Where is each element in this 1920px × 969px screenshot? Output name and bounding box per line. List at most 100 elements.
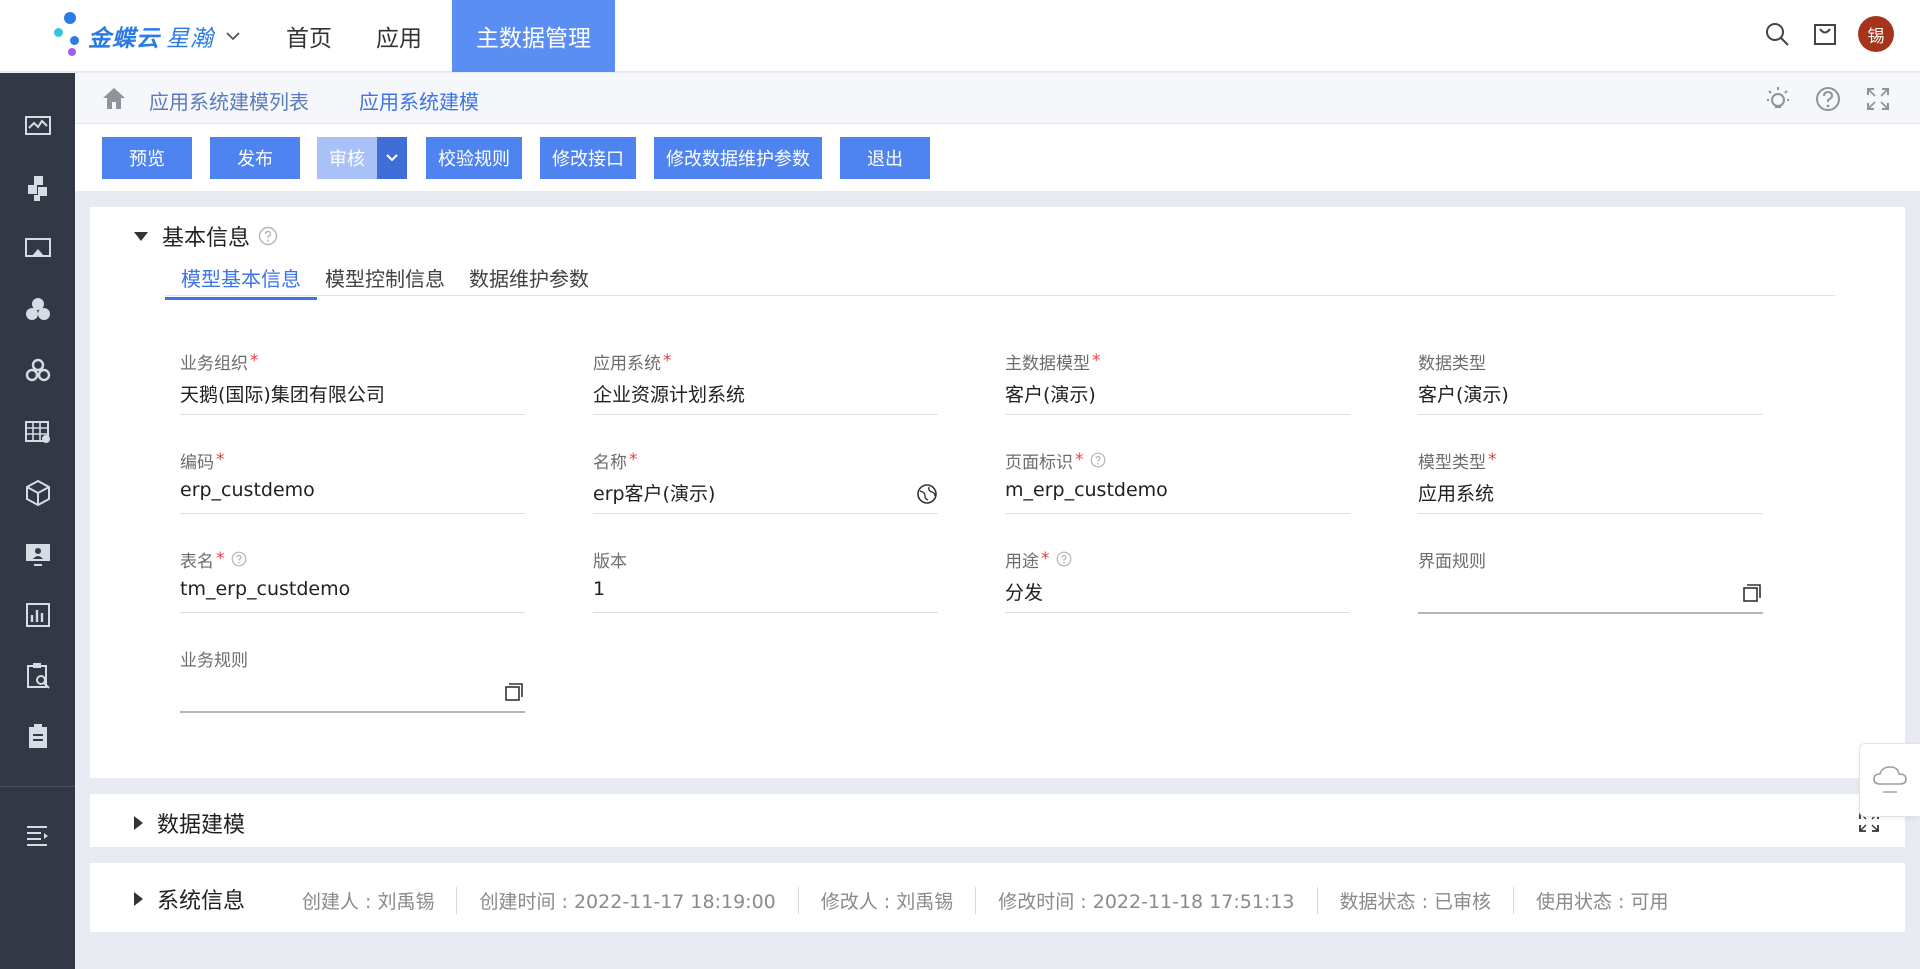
section-title: 系统信息 xyxy=(157,889,246,914)
data-model-header[interactable]: 数据建模 xyxy=(134,807,245,839)
nav-master-data[interactable]: 主数据管理 xyxy=(452,0,615,72)
sidebar-item-dashboard[interactable] xyxy=(0,107,75,147)
chevron-down-icon xyxy=(386,154,398,162)
field-underline xyxy=(593,414,938,415)
field-value: 客户(演示) xyxy=(1418,384,1509,406)
system-info-header[interactable]: 系统信息 xyxy=(134,883,245,915)
field-page-id[interactable]: 页面标识 * m_erp_custdemo xyxy=(1005,449,1350,515)
field-version[interactable]: 版本 1 xyxy=(593,548,938,614)
clipboard-icon xyxy=(28,724,47,748)
copy-icon[interactable] xyxy=(1741,582,1763,604)
clipboard-search-icon xyxy=(26,663,50,689)
help-icon[interactable] xyxy=(1814,85,1842,113)
home-icon[interactable] xyxy=(101,85,127,111)
copy-icon[interactable] xyxy=(503,681,525,703)
search-icon[interactable] xyxy=(1764,21,1790,47)
required-mark: * xyxy=(250,351,259,371)
sidebar-item-screen[interactable] xyxy=(0,229,75,269)
field-label: 表名 xyxy=(180,551,214,572)
publish-button[interactable]: 发布 xyxy=(210,137,300,179)
tab-data-maintenance-params[interactable]: 数据维护参数 xyxy=(469,263,589,292)
sidebar-collapse-toggle[interactable] xyxy=(0,815,75,855)
field-underline xyxy=(593,612,938,613)
user-monitor-icon xyxy=(25,544,50,566)
field-label: 数据类型 xyxy=(1418,353,1486,374)
field-value: erp_custdemo xyxy=(180,479,315,501)
breadcrumb-actions xyxy=(1742,85,1892,113)
required-mark: * xyxy=(1075,450,1084,470)
audit-dropdown[interactable] xyxy=(377,137,407,179)
sidebar-item-report[interactable] xyxy=(0,595,75,635)
help-icon[interactable] xyxy=(258,226,278,246)
required-mark: * xyxy=(629,450,638,470)
cloud-icon xyxy=(1873,766,1907,793)
avatar[interactable]: 锡 xyxy=(1858,16,1894,52)
nav-home[interactable]: 首页 xyxy=(272,0,346,72)
created-time-text: 创建时间 : 2022-11-17 18:19:00 xyxy=(456,887,797,914)
field-business-rule[interactable]: 业务规则 xyxy=(180,647,525,713)
required-mark: * xyxy=(1488,450,1497,470)
tab-model-basic-info[interactable]: 模型基本信息 xyxy=(165,263,317,300)
cube-icon xyxy=(25,479,50,507)
menu-collapse-icon xyxy=(26,826,48,846)
field-value: 分发 xyxy=(1005,582,1044,604)
expand-arrow-icon xyxy=(134,816,143,830)
breadcrumb-current[interactable]: 应用系统建模 xyxy=(359,86,479,129)
field-value: tm_erp_custdemo xyxy=(180,578,351,600)
breadcrumb-model-list[interactable]: 应用系统建模列表 xyxy=(149,86,309,115)
field-model-type[interactable]: 模型类型 * 应用系统 xyxy=(1418,449,1763,515)
sidebar-item-audit[interactable] xyxy=(0,656,75,696)
field-label: 业务规则 xyxy=(180,650,248,671)
basic-info-tabs: 模型基本信息 模型控制信息 数据维护参数 xyxy=(165,263,1835,300)
field-master-model[interactable]: 主数据模型 * 客户(演示) xyxy=(1005,350,1350,416)
edit-maintenance-params-button[interactable]: 修改数据维护参数 xyxy=(654,137,822,179)
globe-icon[interactable] xyxy=(916,483,938,505)
field-label: 用途 xyxy=(1005,551,1039,572)
sidebar-item-user-screen[interactable] xyxy=(0,534,75,574)
screen-icon xyxy=(24,238,51,257)
basic-info-header[interactable]: 基本信息 xyxy=(134,220,278,252)
audit-button[interactable]: 审核 xyxy=(317,137,377,179)
field-code[interactable]: 编码 * erp_custdemo xyxy=(180,449,525,515)
field-business-org[interactable]: 业务组织 * 天鹅(国际)集团有限公司 xyxy=(180,350,525,416)
field-usage[interactable]: 用途 * 分发 xyxy=(1005,548,1350,614)
field-table-name[interactable]: 表名 * tm_erp_custdemo xyxy=(180,548,525,614)
field-underline xyxy=(1005,414,1350,415)
required-mark: * xyxy=(216,450,225,470)
sidebar-item-cube[interactable] xyxy=(0,473,75,513)
field-ui-rule[interactable]: 界面规则 xyxy=(1418,548,1763,614)
help-icon[interactable] xyxy=(231,551,247,567)
sidebar-item-cluster[interactable] xyxy=(0,351,75,391)
field-data-type[interactable]: 数据类型 客户(演示) xyxy=(1418,350,1763,416)
table-settings-icon xyxy=(24,421,50,443)
field-underline xyxy=(1418,513,1763,514)
system-info-panel: 系统信息 创建人 : 刘禹锡 创建时间 : 2022-11-17 18:19:0… xyxy=(90,863,1905,932)
required-mark: * xyxy=(1041,549,1050,569)
exit-button[interactable]: 退出 xyxy=(840,137,930,179)
tab-model-control-info[interactable]: 模型控制信息 xyxy=(325,263,445,292)
field-value: 天鹅(国际)集团有限公司 xyxy=(180,384,385,406)
logo-mark-icon xyxy=(50,12,88,60)
sidebar-item-table[interactable] xyxy=(0,412,75,452)
chevron-down-icon[interactable] xyxy=(224,27,242,45)
sidebar-item-clipboard[interactable] xyxy=(0,717,75,757)
monitor-chart-icon xyxy=(24,116,51,135)
edit-interface-button[interactable]: 修改接口 xyxy=(540,137,636,179)
sidebar-item-blocks[interactable] xyxy=(0,168,75,208)
lightbulb-icon[interactable] xyxy=(1764,85,1792,113)
preview-button[interactable]: 预览 xyxy=(102,137,192,179)
brand-logo[interactable]: 金蝶云 星瀚 xyxy=(50,12,242,60)
field-label: 主数据模型 xyxy=(1005,353,1090,374)
help-icon[interactable] xyxy=(1056,551,1072,567)
shopping-bag-icon[interactable] xyxy=(1812,21,1838,47)
nav-apps[interactable]: 应用 xyxy=(362,0,436,72)
breadcrumb: 应用系统建模列表 应用系统建模 xyxy=(75,73,1920,129)
fullscreen-icon[interactable] xyxy=(1864,85,1892,113)
sidebar-item-groups[interactable] xyxy=(0,290,75,330)
field-app-system[interactable]: 应用系统 * 企业资源计划系统 xyxy=(593,350,938,416)
cloud-float-button[interactable] xyxy=(1859,743,1920,817)
validate-rules-button[interactable]: 校验规则 xyxy=(426,137,522,179)
field-name[interactable]: 名称 * erp客户(演示) xyxy=(593,449,938,515)
help-icon[interactable] xyxy=(1090,452,1106,468)
circles-icon xyxy=(25,298,50,320)
